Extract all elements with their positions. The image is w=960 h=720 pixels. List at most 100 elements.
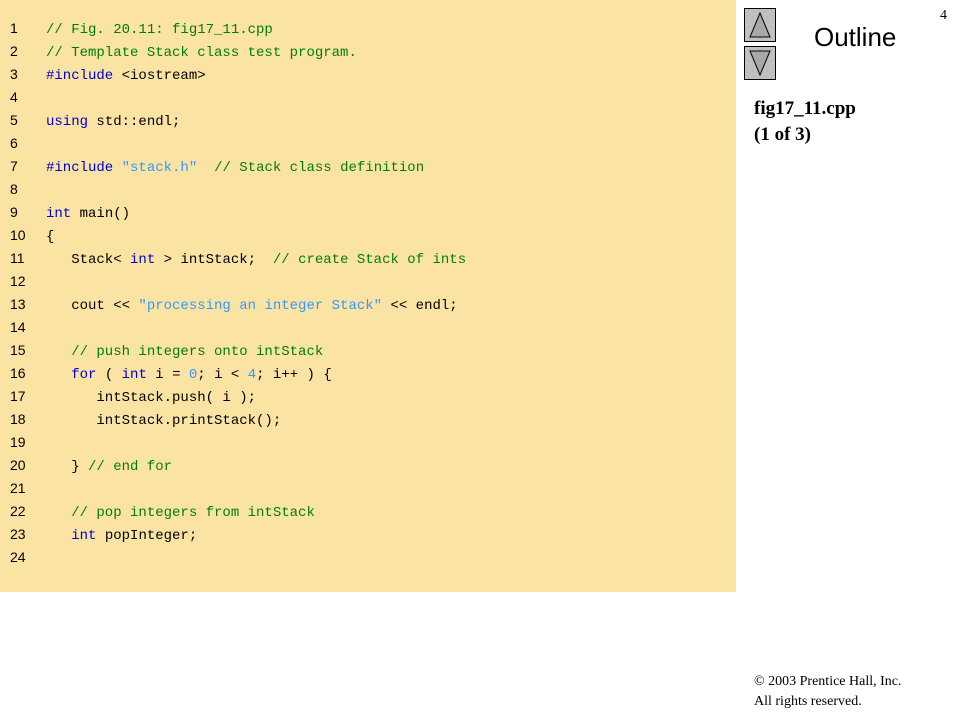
next-slide-button[interactable]: [744, 46, 776, 80]
code-text: int popInteger;: [46, 528, 197, 544]
code-token: 4: [247, 367, 257, 383]
line-number: 20: [10, 457, 26, 473]
line-number: 12: [10, 273, 26, 289]
code-token: // Template Stack class test program.: [46, 45, 357, 61]
code-line: 15 // push integers onto intStack: [0, 342, 736, 365]
code-text: for ( int i = 0; i < 4; i++ ) {: [46, 367, 332, 383]
line-number: 13: [10, 296, 26, 312]
line-number: 21: [10, 480, 26, 496]
line-number: 18: [10, 411, 26, 427]
code-line: 18 intStack.printStack();: [0, 411, 736, 434]
code-token: std::endl;: [88, 114, 181, 130]
code-text: using std::endl;: [46, 114, 180, 130]
file-part: (1 of 3): [754, 124, 811, 145]
code-token: // Stack class definition: [214, 160, 425, 176]
code-text: Stack< int > intStack; // create Stack o…: [46, 252, 466, 268]
code-line: 21: [0, 480, 736, 503]
code-token: intStack.push( i );: [46, 390, 257, 406]
file-title: fig17_11.cpp (1 of 3): [754, 96, 856, 148]
code-text: int main(): [46, 206, 130, 222]
rights-line: All rights reserved.: [754, 694, 862, 709]
line-number: 15: [10, 342, 26, 358]
triangle-down-icon: [749, 50, 771, 77]
code-token: using: [46, 114, 89, 130]
code-token: intStack.printStack();: [46, 413, 282, 429]
code-line: 22 // pop integers from intStack: [0, 503, 736, 526]
copyright-line: © 2003 Prentice Hall, Inc.: [754, 674, 902, 689]
line-number: 22: [10, 503, 26, 519]
code-token: (: [96, 367, 122, 383]
line-number: 9: [10, 204, 18, 220]
code-token: // push integers onto intStack: [46, 344, 324, 360]
code-token: for: [71, 367, 97, 383]
code-line: 23 int popInteger;: [0, 526, 736, 549]
code-line: 13 cout << "processing an integer Stack"…: [0, 296, 736, 319]
code-token: int: [130, 252, 156, 268]
code-text: cout << "processing an integer Stack" <<…: [46, 298, 458, 314]
code-token: {: [46, 229, 55, 245]
code-text: {: [46, 229, 54, 245]
code-text: } // end for: [46, 459, 172, 475]
code-token: #include: [46, 160, 114, 176]
code-line: 10 {: [0, 227, 736, 250]
code-line: 7 #include "stack.h" // Stack class defin…: [0, 158, 736, 181]
code-line: 14: [0, 319, 736, 342]
line-number: 6: [10, 135, 18, 151]
code-token: // create Stack of ints: [272, 252, 467, 268]
line-number: 10: [10, 227, 26, 243]
line-number: 16: [10, 365, 26, 381]
code-token: int: [46, 206, 72, 222]
code-line: 8: [0, 181, 736, 204]
line-number: 4: [10, 89, 18, 105]
code-token: > intStack;: [155, 252, 273, 268]
code-token: main(): [71, 206, 131, 222]
copyright-notice: © 2003 Prentice Hall, Inc. All rights re…: [754, 672, 902, 712]
code-line: 1 // Fig. 20.11: fig17_11.cpp: [0, 20, 736, 43]
line-number: 8: [10, 181, 18, 197]
code-line: 19: [0, 434, 736, 457]
code-line: 24: [0, 549, 736, 572]
code-text: // push integers onto intStack: [46, 344, 323, 360]
code-token: // pop integers from intStack: [46, 505, 315, 521]
code-token: Stack<: [46, 252, 131, 268]
code-text: intStack.printStack();: [46, 413, 281, 429]
code-token: int: [121, 367, 147, 383]
code-token: "processing an integer Stack": [138, 298, 383, 314]
code-line: 2 // Template Stack class test program.: [0, 43, 736, 66]
code-token: }: [46, 459, 89, 475]
code-token: << endl;: [382, 298, 458, 314]
code-token: int: [71, 528, 97, 544]
line-number: 11: [10, 250, 25, 266]
code-text: #include <iostream>: [46, 68, 206, 84]
line-number: 24: [10, 549, 26, 565]
code-line: 4: [0, 89, 736, 112]
code-line: 5 using std::endl;: [0, 112, 736, 135]
code-token: i =: [146, 367, 189, 383]
line-number: 17: [10, 388, 26, 404]
code-panel: 1 // Fig. 20.11: fig17_11.cpp 2 // Template…: [0, 0, 736, 592]
code-token: "stack.h": [121, 160, 198, 176]
line-number: 3: [10, 66, 18, 82]
code-text: intStack.push( i );: [46, 390, 256, 406]
code-token: // Fig. 20.11: fig17_11.cpp: [46, 22, 273, 38]
file-name: fig17_11.cpp: [754, 98, 856, 119]
triangle-up-icon: [749, 11, 771, 38]
code-token: // end for: [88, 459, 173, 475]
code-line: 9 int main(): [0, 204, 736, 227]
code-line: 16 for ( int i = 0; i < 4; i++ ) {: [0, 365, 736, 388]
code-token: cout <<: [46, 298, 139, 314]
line-number: 14: [10, 319, 26, 335]
code-text: #include "stack.h" // Stack class defini…: [46, 160, 424, 176]
code-text: // Fig. 20.11: fig17_11.cpp: [46, 22, 273, 38]
code-line: 3 #include <iostream>: [0, 66, 736, 89]
outline-title: Outline: [814, 22, 897, 52]
code-token: <iostream>: [113, 68, 206, 84]
code-line: 11 Stack< int > intStack; // create Stac…: [0, 250, 736, 273]
previous-slide-button[interactable]: [744, 8, 776, 42]
line-number: 23: [10, 526, 26, 542]
code-token: #include: [46, 68, 114, 84]
code-line: 17 intStack.push( i );: [0, 388, 736, 411]
